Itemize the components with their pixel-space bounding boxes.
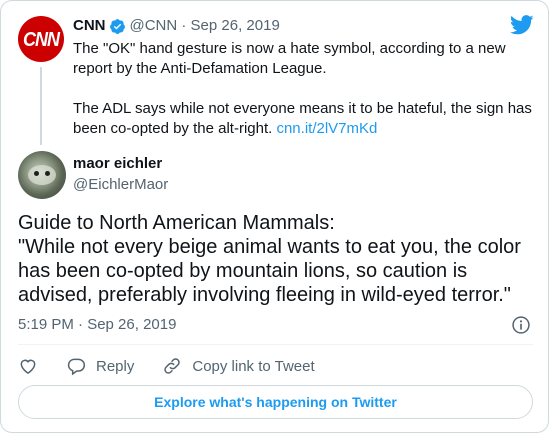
reply-label: Reply [96, 357, 135, 375]
tweet-timestamp[interactable]: 5:19 PM · Sep 26, 2019 [18, 315, 176, 335]
verified-badge-icon [109, 18, 125, 34]
twitter-bird-icon[interactable] [510, 15, 534, 35]
quoted-author-name[interactable]: CNN [73, 16, 106, 36]
explore-twitter-button[interactable]: Explore what's happening on Twitter [18, 385, 533, 419]
author-handle[interactable]: @EichlerMaor [73, 175, 168, 195]
thread-line [40, 67, 42, 145]
author-avatar[interactable] [18, 151, 66, 199]
author-name[interactable]: maor eichler [73, 154, 162, 174]
quoted-text-line: report by the Anti-Defamation League. [73, 60, 327, 77]
quoted-text-line-with-link: been co-opted by the alt-right. cnn.it/2… [73, 119, 533, 139]
quoted-article-link[interactable]: cnn.it/2lV7mKd [276, 120, 377, 137]
quoted-text-fragment: been co-opted by the alt-right. [73, 120, 273, 137]
copy-link-button[interactable]: Copy link to Tweet [162, 356, 315, 376]
tweet-embed-card: CNN CNN @CNN · Sep 26, 2019 The "OK" han… [0, 0, 549, 433]
cnn-avatar[interactable]: CNN [18, 16, 64, 62]
divider [18, 344, 533, 345]
tweet-text-line: "While not every beige animal wants to e… [18, 236, 521, 258]
tweet-actions: Reply Copy link to Tweet [18, 355, 343, 377]
quoted-tweet-text: The "OK" hand gesture is now a hate symb… [73, 39, 533, 139]
tweet-text-line: Guide to North American Mammals: [18, 212, 335, 234]
quoted-text-line: The "OK" hand gesture is now a hate symb… [73, 40, 506, 57]
info-icon[interactable] [511, 315, 531, 335]
tweet-text-line: has been co-opted by mountain lions, so … [18, 260, 468, 282]
reply-icon [67, 358, 86, 376]
like-button[interactable] [18, 356, 38, 376]
tweet-text-line: advised, preferably involving fleeing in… [18, 284, 511, 306]
cnn-logo-text: CNN [23, 26, 60, 50]
link-icon [164, 358, 181, 374]
quoted-handle-date[interactable]: @CNN · Sep 26, 2019 [130, 16, 280, 36]
quoted-header: CNN @CNN · Sep 26, 2019 [73, 16, 280, 36]
tweet-text: Guide to North American Mammals: "While … [18, 211, 538, 307]
quoted-text-line: The ADL says while not everyone means it… [73, 100, 532, 117]
heart-icon [20, 359, 36, 374]
copy-link-label: Copy link to Tweet [192, 357, 315, 375]
reply-button[interactable]: Reply [66, 356, 134, 376]
